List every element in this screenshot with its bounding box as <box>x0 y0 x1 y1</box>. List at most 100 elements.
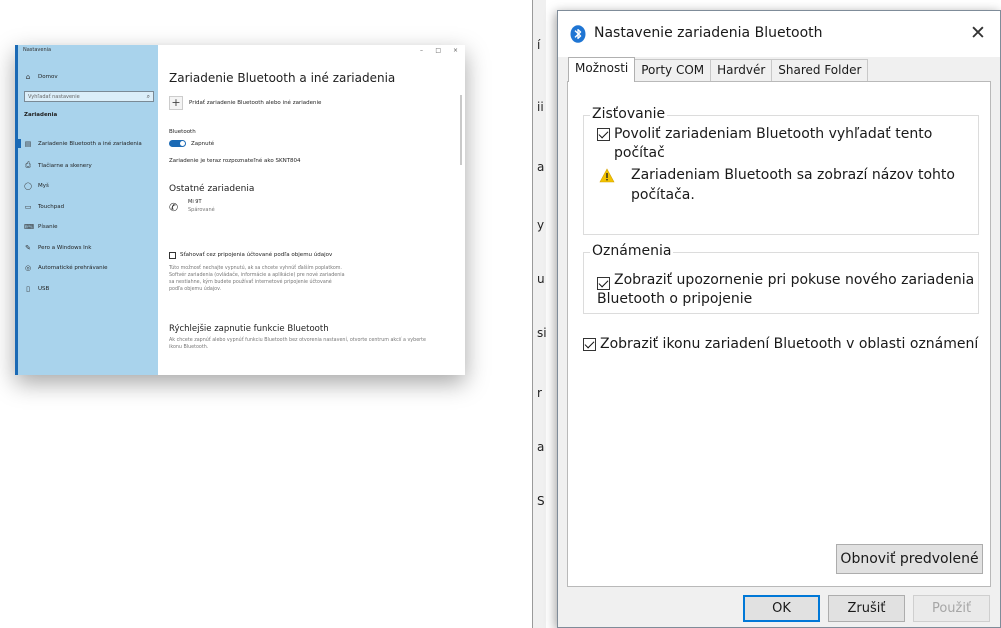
nav-item-pen[interactable]: ✎ Pero a Windows Ink <box>24 244 91 252</box>
bluetooth-toggle[interactable] <box>169 140 186 147</box>
add-device-button[interactable]: Pridať zariadenie Bluetooth alebo iné za… <box>189 100 321 106</box>
phone-icon: ✆ <box>169 201 179 214</box>
touchpad-icon: ▭ <box>24 203 32 211</box>
maximize-button[interactable]: □ <box>435 47 441 54</box>
settings-search-input[interactable]: Vyhľadať nastavenie ⌕ <box>24 91 154 102</box>
allow-discovery-label: Povoliť zariadeniam Bluetooth vyhľadať t… <box>614 126 933 161</box>
faster-desc-line: ikonu Bluetooth. <box>169 345 209 350</box>
window-label: Nastavenia <box>23 47 52 53</box>
nav-item-label: USB <box>38 286 50 292</box>
nav-item-autoplay[interactable]: ◎ Automatické prehrávanie <box>24 264 108 272</box>
faster-heading: Rýchlejšie zapnutie funkcie Bluetooth <box>169 324 329 334</box>
nav-item-typing[interactable]: ⌨ Písanie <box>24 223 57 231</box>
section-heading: Zariadenia <box>24 112 58 118</box>
background-text: y <box>537 218 545 232</box>
tab-options[interactable]: Možnosti <box>568 57 636 82</box>
ok-button[interactable]: OK <box>743 595 820 622</box>
nav-item-label: Zariadenie Bluetooth a iné zariadenia <box>38 141 142 147</box>
nav-item-label: Touchpad <box>38 204 65 210</box>
background-window-edge <box>532 0 546 628</box>
settings-sidebar: Nastavenia ⌂ Domov Vyhľadať nastavenie ⌕… <box>15 45 158 375</box>
nav-item-usb[interactable]: ▯ USB <box>24 285 49 293</box>
warning-icon <box>599 168 615 183</box>
nav-item-touchpad[interactable]: ▭ Touchpad <box>24 203 64 211</box>
metered-checkbox[interactable] <box>169 252 176 259</box>
nav-home-label: Domov <box>38 74 58 80</box>
active-indicator <box>18 139 21 148</box>
background-text: r <box>537 386 542 400</box>
autoplay-icon: ◎ <box>24 264 32 272</box>
screenshot-stage: Nastavenia ⌂ Domov Vyhľadať nastavenie ⌕… <box>0 0 1001 628</box>
background-text: a <box>537 440 545 454</box>
home-icon: ⌂ <box>25 73 31 81</box>
bluetooth-icon <box>570 25 586 43</box>
background-text: u <box>537 272 545 286</box>
notifications-group: Oznámenia Zobraziť upozornenie pri pokus… <box>583 243 979 314</box>
nav-item-mouse[interactable]: ◯ Myš <box>24 182 49 190</box>
add-device-icon[interactable]: + <box>169 96 183 110</box>
allow-discovery-checkbox[interactable] <box>597 128 610 141</box>
metered-checkbox-label: Sťahovať cez pripojenia účtované podľa o… <box>180 252 333 258</box>
usb-icon: ▯ <box>26 285 30 293</box>
metered-desc-line: sa nestiahne, kým budete používať intern… <box>169 280 332 285</box>
discoverable-text: Zariadenie je teraz rozpoznateľné ako SK… <box>169 158 301 164</box>
nav-item-label: Myš <box>38 183 49 189</box>
background-text: a <box>537 160 545 174</box>
device-name[interactable]: Mi 9T <box>188 199 202 205</box>
show-tray-icon-label: Zobraziť ikonu zariadení Bluetooth v obl… <box>600 336 979 352</box>
dialog-close-button[interactable]: ✕ <box>966 21 990 45</box>
background-text: S <box>537 494 545 508</box>
device-status: Spárované <box>188 207 215 213</box>
metered-desc-line: podľa objemu údajov. <box>169 287 222 292</box>
dialog-title: Nastavenie zariadenia Bluetooth <box>594 25 823 41</box>
metered-desc-line: Túto možnosť nechajte vypnutú, ak sa chc… <box>169 266 342 271</box>
tab-com-ports[interactable]: Porty COM <box>634 59 712 82</box>
close-button[interactable]: × <box>453 47 458 54</box>
background-text: í <box>537 38 541 52</box>
other-devices-heading: Ostatné zariadenia <box>169 184 255 194</box>
tab-shared-folder[interactable]: Shared Folder <box>771 59 869 82</box>
notify-new-device-checkbox[interactable] <box>597 277 610 290</box>
search-placeholder: Vyhľadať nastavenie <box>28 94 80 100</box>
dialog-tabs: Možnosti Porty COM Hardvér Shared Folder <box>568 57 869 82</box>
restore-defaults-button[interactable]: Obnoviť predvolené <box>836 544 983 574</box>
nav-item-printers[interactable]: ⎙ Tlačiarne a skenery <box>24 161 92 170</box>
discovery-group: Zisťovanie Povoliť zariadeniam Bluetooth… <box>583 106 979 235</box>
discovery-group-title: Zisťovanie <box>590 106 668 122</box>
metered-desc-line: Softvér zariadenia (ovládače, informácie… <box>169 273 345 278</box>
faster-desc-line: Ak chcete zapnúť alebo vypnúť funkciu Bl… <box>169 338 426 343</box>
bluetooth-label: Bluetooth <box>169 129 196 135</box>
nav-item-label: Tlačiarne a skenery <box>38 162 92 169</box>
pen-icon: ✎ <box>25 244 31 252</box>
minimize-button[interactable]: – <box>420 47 423 54</box>
notify-new-device-label-line1: Zobraziť upozornenie pri pokuse nového z… <box>614 272 975 288</box>
nav-item-label: Pero a Windows Ink <box>38 245 92 251</box>
page-title: Zariadenie Bluetooth a iné zariadenia <box>169 71 396 85</box>
background-text: ii <box>537 100 544 114</box>
nav-item-label: Písanie <box>38 224 58 230</box>
keyboard-icon: ⌨ <box>24 223 35 231</box>
nav-item-bluetooth[interactable]: ▤ Zariadenie Bluetooth a iné zariadenia <box>24 140 142 148</box>
printer-icon: ⎙ <box>25 161 31 169</box>
notify-new-device-label-line2: Bluetooth o pripojenie <box>597 291 753 307</box>
warning-text-line2: počítača. <box>631 187 695 203</box>
show-tray-icon-checkbox[interactable] <box>583 338 596 351</box>
apply-button[interactable]: Použiť <box>913 595 990 622</box>
background-text: si <box>537 326 547 340</box>
toggle-state: Zapnuté <box>191 141 215 147</box>
settings-window: Nastavenia ⌂ Domov Vyhľadať nastavenie ⌕… <box>15 45 465 375</box>
nav-item-label: Automatické prehrávanie <box>38 265 108 271</box>
bluetooth-devices-icon: ▤ <box>24 140 32 148</box>
settings-content: – □ × Zariadenie Bluetooth a iné zariade… <box>158 45 465 375</box>
notifications-group-title: Oznámenia <box>590 243 674 259</box>
tab-hardware[interactable]: Hardvér <box>710 59 773 82</box>
warning-text-line1: Zariadeniam Bluetooth sa zobrazí názov t… <box>631 167 955 183</box>
dialog-titlebar: Nastavenie zariadenia Bluetooth ✕ <box>558 11 1000 57</box>
mouse-icon: ◯ <box>24 182 32 190</box>
search-icon: ⌕ <box>146 93 150 100</box>
nav-home[interactable]: ⌂ Domov <box>24 73 58 81</box>
scrollbar[interactable] <box>460 95 462 165</box>
options-panel: Zisťovanie Povoliť zariadeniam Bluetooth… <box>567 81 991 587</box>
cancel-button[interactable]: Zrušiť <box>828 595 905 622</box>
bluetooth-settings-dialog: Nastavenie zariadenia Bluetooth ✕ Možnos… <box>557 10 1001 628</box>
